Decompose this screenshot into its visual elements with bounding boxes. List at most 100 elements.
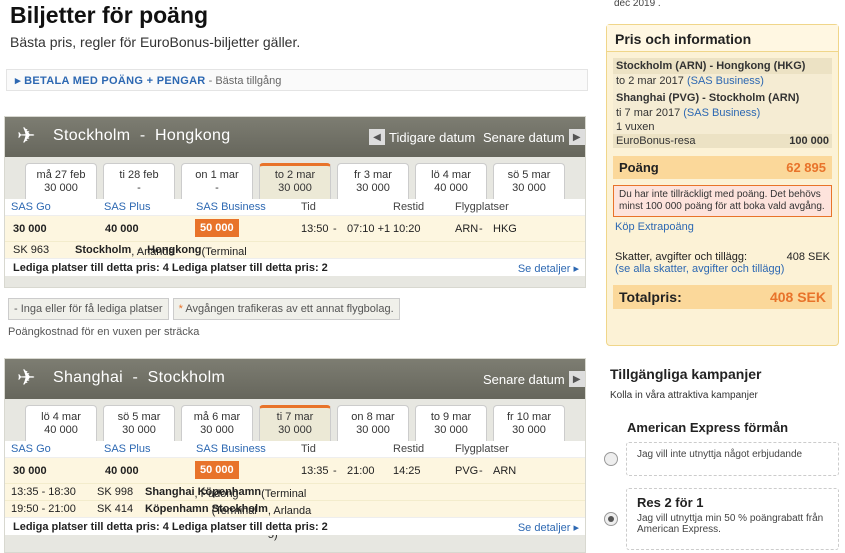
date-tab[interactable]: sö 5 mar 30 000 <box>493 163 565 199</box>
tab-price: - <box>215 182 219 194</box>
return-segment-1: 13:35 - 18:30 SK 998 Shanghai, Pudong In… <box>5 483 585 524</box>
price-sas-go[interactable]: 30 000 <box>13 223 47 235</box>
tab-date: to 9 mar <box>430 411 472 423</box>
legend-other-airline: * Avgången trafikeras av ett annat flygb… <box>172 298 400 320</box>
asterisk-icon: * <box>178 303 183 315</box>
leg2-route: Shanghai (PVG) - Stockholm (ARN) <box>616 92 800 104</box>
tax-link[interactable]: (se alla skatter, avgifter och tillägg) <box>615 263 830 275</box>
price-sas-business-selected[interactable]: 50 000 <box>195 461 239 479</box>
promo-link[interactable]: ▸ BETALA MED POÄNG + PENGAR <box>15 75 206 87</box>
date-tab[interactable]: ti 7 mar 30 000 <box>259 405 331 441</box>
tab-date: må 6 mar <box>193 411 241 423</box>
col-tid: Tid <box>301 201 316 213</box>
return-route: Shanghai - Stockholm <box>53 369 226 386</box>
col-sas-plus: SAS Plus <box>104 201 151 213</box>
cost-note: Poängkostnad för en vuxen per sträcka <box>8 326 200 338</box>
details-link[interactable]: Se detaljer ▸ <box>518 521 579 534</box>
airport-to: HKG <box>493 223 517 235</box>
plane-takeoff-icon: ✈ <box>17 123 36 148</box>
return-panel: ✈ Shanghai - Stockholm Senare datum ▶ lö … <box>4 358 586 553</box>
arr-time: 07:10 +1 <box>347 223 391 235</box>
amex-title: American Express förmån <box>627 420 789 435</box>
points-row: Poäng 62 895 <box>613 156 832 179</box>
radio-no-offer[interactable] <box>604 452 618 466</box>
segment-flight: SK 998 <box>97 486 134 498</box>
airport-to: ARN <box>493 465 517 477</box>
seats-text: Lediga platser till detta pris: 4 Lediga… <box>13 521 328 533</box>
return-grid: SAS Go SAS Plus SAS Business Tid Restid … <box>5 441 585 541</box>
later-dates-button[interactable]: Senare datum ▶ <box>483 129 585 145</box>
total-row: Totalpris: 408 SEK <box>613 285 832 309</box>
return-date-tabs: lö 4 mar 40 000 sö 5 mar 30 000 må 6 mar 30 0… <box>5 399 585 441</box>
time-dash: - <box>333 223 337 235</box>
tab-date: fr 3 mar <box>354 169 392 181</box>
price-sas-plus[interactable]: 40 000 <box>105 465 139 477</box>
tab-date: sö 5 mar <box>507 169 551 181</box>
date-tab[interactable]: fr 3 mar 30 000 <box>337 163 409 199</box>
tab-date: ti 7 mar <box>276 411 314 423</box>
col-sas-business: SAS Business <box>196 201 266 213</box>
col-flygplatser: Flygplatser <box>455 201 509 213</box>
tab-price: 30 000 <box>512 424 546 436</box>
legend: - Inga eller för få lediga platser * Avg… <box>8 298 400 320</box>
page-title: Biljetter för poäng <box>10 2 209 28</box>
fare-row: EuroBonus-resa 100 000 <box>613 134 832 148</box>
return-segment-2: 19:50 - 21:00 SK 414 Köpenhamn (Terminal… <box>5 500 585 541</box>
seats-text: Lediga platser till detta pris: 4 Lediga… <box>13 262 328 274</box>
return-price-row: 30 000 40 000 50 000 13:35 - 21:00 14:25… <box>5 457 585 483</box>
date-tab[interactable]: lö 4 mar 40 000 <box>25 405 97 441</box>
col-sas-go: SAS Go <box>11 201 51 213</box>
price-info-title: Pris och information <box>607 25 838 52</box>
segment-time: 19:50 - 21:00 <box>11 503 76 515</box>
price-sas-plus[interactable]: 40 000 <box>105 223 139 235</box>
tab-price: 30 000 <box>278 424 312 436</box>
date-tab[interactable]: må 27 feb 30 000 <box>25 163 97 199</box>
date-tab[interactable]: to 2 mar 30 000 <box>259 163 331 199</box>
warning-box: Du har inte tillräckligt med poäng. Det … <box>613 185 832 217</box>
offer-2for1-text: Jag vill utnyttja min 50 % poängrabatt f… <box>637 513 824 535</box>
buy-points-link[interactable]: Köp Extrapoäng <box>615 221 830 233</box>
airport-from: ARN <box>455 223 479 235</box>
tab-date: ti 28 feb <box>119 169 159 181</box>
offer-2for1-box[interactable]: Res 2 för 1 Jag vill utnyttja min 50 % p… <box>626 488 839 550</box>
earlier-dates-button[interactable]: ◀ Tidigare datum <box>369 129 475 145</box>
price-sas-business-selected[interactable]: 50 000 <box>195 219 239 237</box>
details-link[interactable]: Se detaljer ▸ <box>518 262 579 275</box>
date-tab[interactable]: fr 10 mar 30 000 <box>493 405 565 441</box>
tab-price: 30 000 <box>122 424 156 436</box>
tab-date: to 2 mar <box>274 169 316 181</box>
tab-date: må 27 feb <box>36 169 86 181</box>
tab-price: 30 000 <box>434 424 468 436</box>
date-tab[interactable]: må 6 mar 30 000 <box>181 405 253 441</box>
return-later-dates-button[interactable]: Senare datum ▶ <box>483 371 585 387</box>
segment-route: Stockholm, Arlanda (Terminal 5) - Hongko… <box>75 244 247 270</box>
campaigns-subtitle: Kolla in våra attraktiva kampanjer <box>610 390 758 401</box>
date-tab[interactable]: to 9 mar 30 000 <box>415 405 487 441</box>
price-sas-go[interactable]: 30 000 <box>13 465 47 477</box>
date-tab[interactable]: ti 28 feb - <box>103 163 175 199</box>
radio-2for1[interactable] <box>604 512 618 526</box>
campaigns-title: Tillgängliga kampanjer <box>610 366 762 382</box>
date-tab[interactable]: on 1 mar - <box>181 163 253 199</box>
col-sas-plus: SAS Plus <box>104 443 151 455</box>
outbound-date-tabs: må 27 feb 30 000 ti 28 feb - on 1 mar - to 2 m… <box>5 157 585 199</box>
arrow-left-icon: ◀ <box>369 129 385 145</box>
date-tab[interactable]: lö 4 mar 40 000 <box>415 163 487 199</box>
tab-price: 40 000 <box>434 182 468 194</box>
outbound-footer: Lediga platser till detta pris: 4 Lediga… <box>5 258 585 276</box>
date-tab[interactable]: sö 5 mar 30 000 <box>103 405 175 441</box>
col-tid: Tid <box>301 443 316 455</box>
col-sas-business: SAS Business <box>196 443 266 455</box>
date-tab[interactable]: on 8 mar 30 000 <box>337 405 409 441</box>
col-restid: Restid <box>393 201 425 213</box>
offer-none-box[interactable]: Jag vill inte utnyttja något erbjudande <box>626 442 839 476</box>
col-restid: Restid <box>393 443 425 455</box>
airport-dash: - <box>479 223 483 235</box>
tab-price: 30 000 <box>200 424 234 436</box>
tab-date: sö 5 mar <box>117 411 161 423</box>
tax-row: Skatter, avgifter och tillägg: 408 SEK <box>615 251 830 263</box>
col-flygplatser: Flygplatser <box>455 443 509 455</box>
booking-summary: Stockholm (ARN) - Hongkong (HKG) to 2 ma… <box>613 58 832 148</box>
tab-price: 30 000 <box>278 182 312 194</box>
col-sas-go: SAS Go <box>11 443 51 455</box>
